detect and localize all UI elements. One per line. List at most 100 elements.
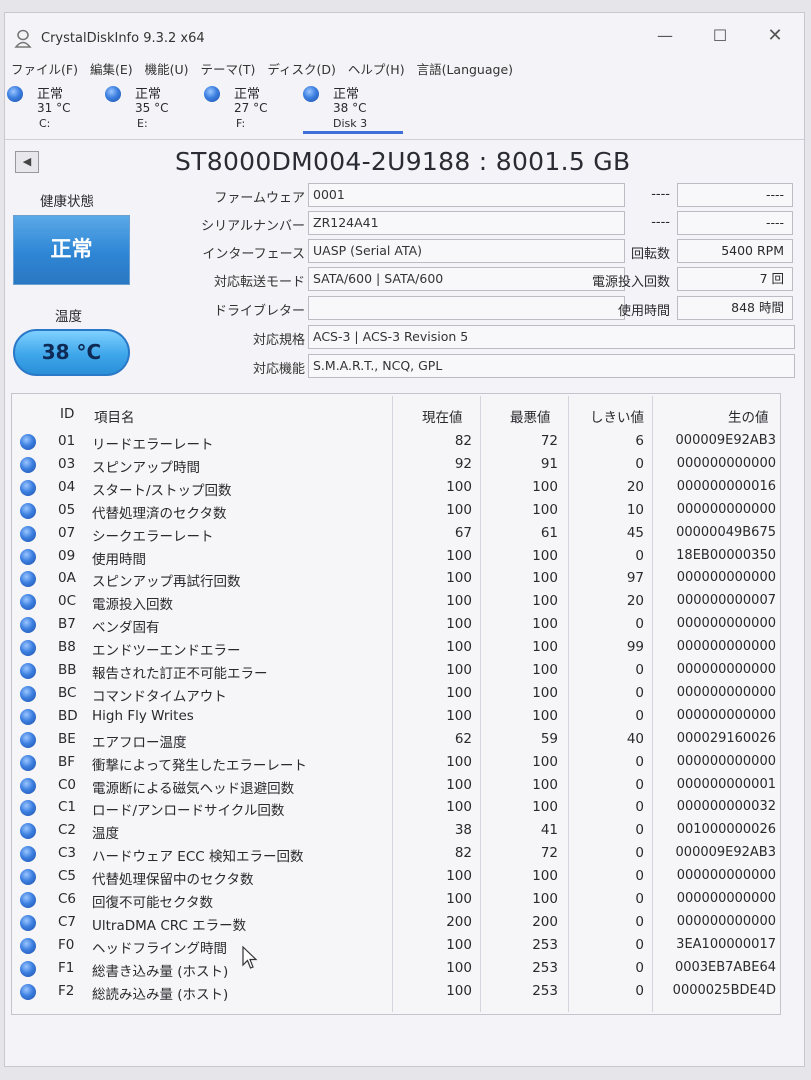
col-header-current[interactable]: 現在値 [422,406,463,426]
disk-tab-e[interactable]: 正常 35 °C E: [105,83,205,135]
attribute-raw: 000000000001 [676,776,776,792]
menu-bar: ファイル(F) 編集(E) 機能(U) テーマ(T) ディスク(D) ヘルプ(H… [5,59,804,81]
status-good-icon [7,86,23,102]
table-row[interactable]: B7 ベンダ固有 100 100 0 000000000000 [12,613,780,636]
attribute-worst: 100 [532,616,558,633]
temperature-badge[interactable]: 38 °C [13,329,130,376]
table-row[interactable]: C3 ハードウェア ECC 検知エラー回数 82 72 0 000009E92AB3 [12,842,780,865]
col-header-raw[interactable]: 生の値 [728,406,769,426]
menu-theme[interactable]: テーマ(T) [195,59,262,81]
table-row[interactable]: 0A スピンアップ再試行回数 100 100 97 000000000000 [12,567,780,590]
attribute-worst: 100 [532,570,558,587]
table-row[interactable]: 01 リードエラーレート 82 72 6 000009E92AB3 [12,430,780,453]
table-row[interactable]: C6 回復不可能セクタ数 100 100 0 000000000000 [12,888,780,911]
table-row[interactable]: C5 代替処理保留中のセクタ数 100 100 0 000000000000 [12,865,780,888]
disk-status: 正常 [37,87,64,102]
features-field: S.M.A.R.T., NCQ, GPL [308,354,795,378]
menu-function[interactable]: 機能(U) [139,59,195,81]
disk-tab-c[interactable]: 正常 31 °C C: [7,83,107,135]
table-row[interactable]: BF 衝撃によって発生したエラーレート 100 100 0 000000000000 [12,751,780,774]
menu-language[interactable]: 言語(Language) [411,59,519,81]
attribute-worst: 100 [532,547,558,564]
attribute-worst: 59 [540,730,558,747]
attribute-raw: 000000000007 [676,593,776,609]
attribute-id: BD [58,707,78,724]
attribute-name: 電源投入回数 [92,597,173,614]
maximize-button[interactable]: ☐ [705,23,735,49]
attribute-worst: 100 [532,501,558,518]
col-header-worst[interactable]: 最悪値 [510,406,551,426]
status-good-icon [20,708,36,725]
attribute-id: 05 [58,501,76,518]
col-header-threshold[interactable]: しきい値 [590,406,644,426]
attribute-current: 100 [446,501,472,518]
status-good-icon [303,86,319,102]
status-good-icon [20,640,36,657]
table-row[interactable]: C1 ロード/アンロードサイクル回数 100 100 0 000000000032 [12,796,780,819]
power-on-hours-field: 848 時間 [677,296,793,320]
table-row[interactable]: C0 電源断による磁気ヘッド退避回数 100 100 0 000000000001 [12,774,780,797]
attribute-worst: 100 [532,753,558,770]
attribute-current: 100 [446,570,472,587]
table-row[interactable]: F1 総書き込み量 (ホスト) 100 253 0 0003EB7ABE64 [12,957,780,980]
attribute-id: C3 [58,845,77,862]
col-header-id[interactable]: ID [60,406,74,422]
table-row[interactable]: F2 総読み込み量 (ホスト) 100 253 0 0000025BDE4D [12,980,780,1003]
previous-disk-button[interactable]: ◀ [15,151,39,173]
status-good-icon [20,525,36,542]
attribute-raw: 0000025BDE4D [672,982,776,998]
minimize-button[interactable]: — [650,23,680,49]
table-row[interactable]: F0 ヘッドフライング時間 100 253 0 3EA100000017 [12,934,780,957]
table-row[interactable]: BE エアフロー温度 62 59 40 000029160026 [12,728,780,751]
status-good-icon [20,479,36,496]
col-header-name[interactable]: 項目名 [94,406,135,426]
menu-file[interactable]: ファイル(F) [5,59,84,81]
disk-tab-f[interactable]: 正常 27 °C F: [204,83,304,135]
status-good-icon [20,869,36,886]
menu-help[interactable]: ヘルプ(H) [342,59,411,81]
attribute-id: 07 [58,524,76,541]
table-row[interactable]: 07 シークエラーレート 67 61 45 00000049B675 [12,522,780,545]
attribute-current: 100 [446,707,472,724]
attribute-id: BF [58,753,76,770]
attribute-name: リードエラーレート [92,437,214,453]
table-row[interactable]: C7 UltraDMA CRC エラー数 200 200 0 000000000000 [12,911,780,934]
attribute-worst: 253 [532,982,558,999]
table-row[interactable]: 09 使用時間 100 100 0 18EB00000350 [12,545,780,568]
table-row[interactable]: BB 報告された訂正不可能エラー 100 100 0 000000000000 [12,659,780,682]
disk-letter: Disk 3 [333,117,368,130]
attribute-raw: 000000000000 [676,891,776,906]
attribute-raw: 000000000016 [676,478,776,494]
attribute-raw: 000000000000 [676,639,776,655]
table-row[interactable]: BC コマンドタイムアウト 100 100 0 000000000000 [12,682,780,705]
status-good-icon [20,892,36,908]
table-row[interactable]: 05 代替処理済のセクタ数 100 100 10 000000000000 [12,499,780,522]
attribute-current: 100 [446,868,472,885]
smart-table[interactable]: ID 項目名 現在値 最悪値 しきい値 生の値 01 リードエラーレート 82 72 6… [11,393,781,1015]
attribute-name: エアフロー温度 [92,734,187,751]
table-row[interactable]: 0C 電源投入回数 100 100 20 000000000007 [12,590,780,613]
attribute-id: 01 [58,433,76,449]
power-on-count-label: 電源投入回数 [591,275,670,290]
attribute-current: 100 [446,639,472,656]
menu-disk[interactable]: ディスク(D) [261,59,342,81]
table-row[interactable]: 04 スタート/ストップ回数 100 100 20 000000000016 [12,476,780,499]
attribute-name: スピンアップ時間 [92,459,200,476]
attribute-id: F2 [58,982,75,999]
table-row[interactable]: BD High Fly Writes 100 100 0 000000000000 [12,705,780,728]
table-row[interactable]: 03 スピンアップ時間 92 91 0 000000000000 [12,453,780,476]
table-row[interactable]: C2 温度 38 41 0 001000000026 [12,819,780,842]
disk-status: 正常 [333,87,360,102]
attribute-threshold: 0 [635,776,644,793]
health-status-badge[interactable]: 正常 [13,215,130,285]
close-button[interactable]: ✕ [760,23,790,49]
disk-tab-disk3[interactable]: 正常 38 °C Disk 3 [303,83,403,135]
attribute-name: ロード/アンロードサイクル回数 [92,803,285,820]
attribute-current: 92 [454,455,472,472]
menu-edit[interactable]: 編集(E) [84,59,139,81]
blank-field-2: ---- [677,211,793,235]
attribute-worst: 100 [532,662,558,678]
attribute-name: 回復不可能セクタ数 [92,895,213,911]
table-row[interactable]: B8 エンドツーエンドエラー 100 100 99 000000000000 [12,636,780,659]
disk-letter: C: [39,117,51,130]
